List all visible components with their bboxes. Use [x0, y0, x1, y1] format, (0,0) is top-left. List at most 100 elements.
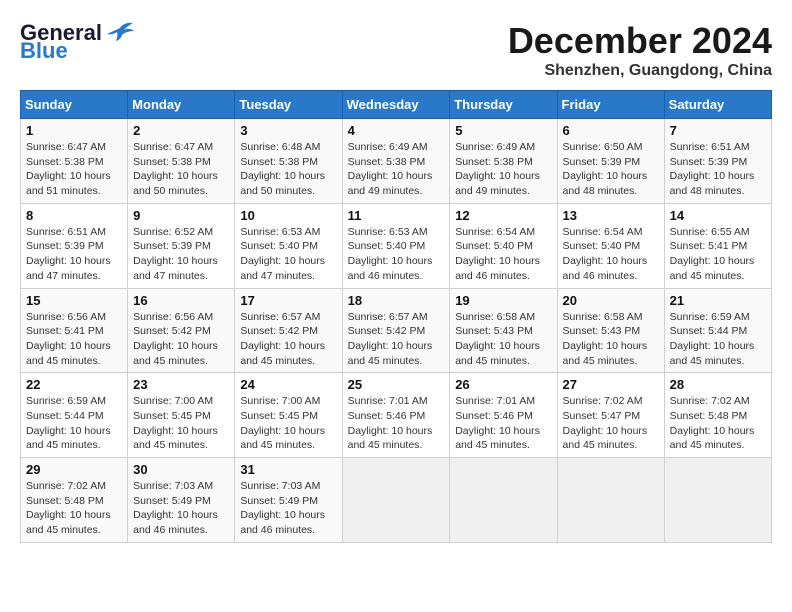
calendar-body: 1Sunrise: 6:47 AM Sunset: 5:38 PM Daylig…	[21, 119, 772, 543]
day-info: Sunrise: 6:59 AM Sunset: 5:44 PM Dayligh…	[26, 394, 122, 453]
logo-bird-icon	[106, 20, 134, 42]
day-cell: 20 Sunrise: 6:58 AM Sunset: 5:43 PM Dayli…	[557, 288, 664, 373]
day-info: Sunrise: 6:57 AM Sunset: 5:42 PM Dayligh…	[348, 310, 445, 369]
day-cell	[450, 458, 557, 543]
day-info: Sunrise: 6:58 AM Sunset: 5:43 PM Dayligh…	[563, 310, 659, 369]
day-number: 29	[26, 462, 122, 477]
day-number: 16	[133, 293, 229, 308]
day-info: Sunrise: 7:00 AM Sunset: 5:45 PM Dayligh…	[240, 394, 336, 453]
day-number: 21	[670, 293, 766, 308]
day-info: Sunrise: 7:03 AM Sunset: 5:49 PM Dayligh…	[240, 479, 336, 538]
day-cell	[342, 458, 450, 543]
day-info: Sunrise: 6:47 AM Sunset: 5:38 PM Dayligh…	[26, 140, 122, 199]
day-number: 10	[240, 208, 336, 223]
header-wednesday: Wednesday	[342, 91, 450, 119]
day-info: Sunrise: 6:58 AM Sunset: 5:43 PM Dayligh…	[455, 310, 551, 369]
calendar-table: SundayMondayTuesdayWednesdayThursdayFrid…	[20, 90, 772, 543]
day-info: Sunrise: 6:54 AM Sunset: 5:40 PM Dayligh…	[563, 225, 659, 284]
day-number: 11	[348, 208, 445, 223]
day-info: Sunrise: 7:01 AM Sunset: 5:46 PM Dayligh…	[348, 394, 445, 453]
day-info: Sunrise: 6:56 AM Sunset: 5:41 PM Dayligh…	[26, 310, 122, 369]
header-tuesday: Tuesday	[235, 91, 342, 119]
day-cell: 5 Sunrise: 6:49 AM Sunset: 5:38 PM Daylig…	[450, 119, 557, 204]
subtitle: Shenzhen, Guangdong, China	[508, 62, 772, 80]
day-cell: 15 Sunrise: 6:56 AM Sunset: 5:41 PM Dayli…	[21, 288, 128, 373]
day-cell: 2 Sunrise: 6:47 AM Sunset: 5:38 PM Daylig…	[128, 119, 235, 204]
day-cell: 14 Sunrise: 6:55 AM Sunset: 5:41 PM Dayli…	[664, 203, 771, 288]
day-info: Sunrise: 6:53 AM Sunset: 5:40 PM Dayligh…	[240, 225, 336, 284]
week-row-4: 22Sunrise: 6:59 AM Sunset: 5:44 PM Dayli…	[21, 373, 772, 458]
calendar-header: SundayMondayTuesdayWednesdayThursdayFrid…	[21, 91, 772, 119]
day-number: 23	[133, 377, 229, 392]
day-info: Sunrise: 7:00 AM Sunset: 5:45 PM Dayligh…	[133, 394, 229, 453]
day-cell	[664, 458, 771, 543]
day-cell: 3 Sunrise: 6:48 AM Sunset: 5:38 PM Daylig…	[235, 119, 342, 204]
day-number: 26	[455, 377, 551, 392]
day-info: Sunrise: 6:54 AM Sunset: 5:40 PM Dayligh…	[455, 225, 551, 284]
day-info: Sunrise: 6:56 AM Sunset: 5:42 PM Dayligh…	[133, 310, 229, 369]
day-cell: 31Sunrise: 7:03 AM Sunset: 5:49 PM Dayli…	[235, 458, 342, 543]
day-cell: 9 Sunrise: 6:52 AM Sunset: 5:39 PM Daylig…	[128, 203, 235, 288]
page-header: General Blue December 2024 Shenzhen, Gua…	[20, 20, 772, 80]
day-info: Sunrise: 6:52 AM Sunset: 5:39 PM Dayligh…	[133, 225, 229, 284]
day-cell: 25 Sunrise: 7:01 AM Sunset: 5:46 PM Dayli…	[342, 373, 450, 458]
header-saturday: Saturday	[664, 91, 771, 119]
week-row-5: 29 Sunrise: 7:02 AM Sunset: 5:48 PM Dayli…	[21, 458, 772, 543]
day-number: 18	[348, 293, 445, 308]
header-sunday: Sunday	[21, 91, 128, 119]
day-info: Sunrise: 7:02 AM Sunset: 5:47 PM Dayligh…	[563, 394, 659, 453]
day-number: 27	[563, 377, 659, 392]
day-number: 25	[348, 377, 445, 392]
header-thursday: Thursday	[450, 91, 557, 119]
day-number: 24	[240, 377, 336, 392]
day-number: 9	[133, 208, 229, 223]
day-cell: 11Sunrise: 6:53 AM Sunset: 5:40 PM Dayli…	[342, 203, 450, 288]
day-number: 2	[133, 123, 229, 138]
header-monday: Monday	[128, 91, 235, 119]
day-info: Sunrise: 7:02 AM Sunset: 5:48 PM Dayligh…	[26, 479, 122, 538]
day-number: 3	[240, 123, 336, 138]
day-number: 15	[26, 293, 122, 308]
day-cell: 27 Sunrise: 7:02 AM Sunset: 5:47 PM Dayli…	[557, 373, 664, 458]
day-number: 5	[455, 123, 551, 138]
day-number: 28	[670, 377, 766, 392]
day-number: 7	[670, 123, 766, 138]
day-info: Sunrise: 6:48 AM Sunset: 5:38 PM Dayligh…	[240, 140, 336, 199]
day-cell: 23 Sunrise: 7:00 AM Sunset: 5:45 PM Dayli…	[128, 373, 235, 458]
day-cell: 28 Sunrise: 7:02 AM Sunset: 5:48 PM Dayli…	[664, 373, 771, 458]
day-number: 6	[563, 123, 659, 138]
day-info: Sunrise: 6:59 AM Sunset: 5:44 PM Dayligh…	[670, 310, 766, 369]
main-title: December 2024	[508, 20, 772, 62]
day-cell: 24 Sunrise: 7:00 AM Sunset: 5:45 PM Dayli…	[235, 373, 342, 458]
day-number: 13	[563, 208, 659, 223]
day-info: Sunrise: 7:03 AM Sunset: 5:49 PM Dayligh…	[133, 479, 229, 538]
day-info: Sunrise: 6:49 AM Sunset: 5:38 PM Dayligh…	[455, 140, 551, 199]
day-info: Sunrise: 6:47 AM Sunset: 5:38 PM Dayligh…	[133, 140, 229, 199]
logo-blue: Blue	[20, 38, 68, 64]
day-cell: 30 Sunrise: 7:03 AM Sunset: 5:49 PM Dayli…	[128, 458, 235, 543]
day-number: 14	[670, 208, 766, 223]
day-cell: 6Sunrise: 6:50 AM Sunset: 5:39 PM Daylig…	[557, 119, 664, 204]
day-number: 19	[455, 293, 551, 308]
day-number: 20	[563, 293, 659, 308]
day-cell: 17Sunrise: 6:57 AM Sunset: 5:42 PM Dayli…	[235, 288, 342, 373]
day-cell: 21 Sunrise: 6:59 AM Sunset: 5:44 PM Dayli…	[664, 288, 771, 373]
day-info: Sunrise: 7:01 AM Sunset: 5:46 PM Dayligh…	[455, 394, 551, 453]
day-cell: 26 Sunrise: 7:01 AM Sunset: 5:46 PM Dayli…	[450, 373, 557, 458]
day-info: Sunrise: 7:02 AM Sunset: 5:48 PM Dayligh…	[670, 394, 766, 453]
day-info: Sunrise: 6:55 AM Sunset: 5:41 PM Dayligh…	[670, 225, 766, 284]
day-cell: 8Sunrise: 6:51 AM Sunset: 5:39 PM Daylig…	[21, 203, 128, 288]
day-number: 30	[133, 462, 229, 477]
day-info: Sunrise: 6:51 AM Sunset: 5:39 PM Dayligh…	[670, 140, 766, 199]
day-number: 4	[348, 123, 445, 138]
week-row-1: 1Sunrise: 6:47 AM Sunset: 5:38 PM Daylig…	[21, 119, 772, 204]
day-cell: 16 Sunrise: 6:56 AM Sunset: 5:42 PM Dayli…	[128, 288, 235, 373]
day-cell: 22Sunrise: 6:59 AM Sunset: 5:44 PM Dayli…	[21, 373, 128, 458]
day-cell: 10 Sunrise: 6:53 AM Sunset: 5:40 PM Dayli…	[235, 203, 342, 288]
day-cell	[557, 458, 664, 543]
logo: General Blue	[20, 20, 134, 64]
day-cell: 1Sunrise: 6:47 AM Sunset: 5:38 PM Daylig…	[21, 119, 128, 204]
day-cell: 19 Sunrise: 6:58 AM Sunset: 5:43 PM Dayli…	[450, 288, 557, 373]
week-row-3: 15 Sunrise: 6:56 AM Sunset: 5:41 PM Dayli…	[21, 288, 772, 373]
day-cell: 7 Sunrise: 6:51 AM Sunset: 5:39 PM Daylig…	[664, 119, 771, 204]
